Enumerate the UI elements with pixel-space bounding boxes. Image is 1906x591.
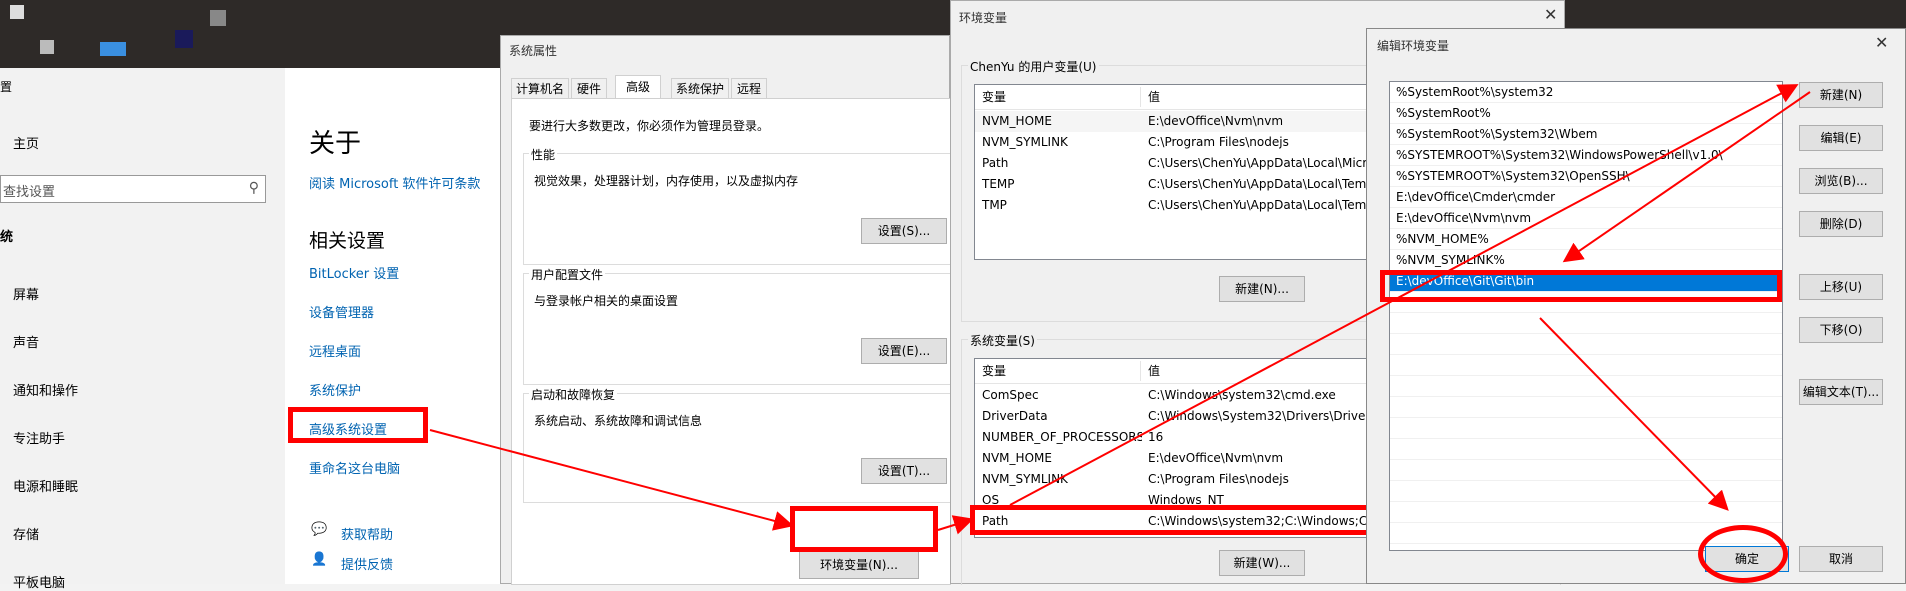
arrow-to-list (1562, 91, 1811, 263)
arrow-to-path-row (937, 515, 974, 535)
arrow-to-new-button (1009, 84, 1799, 506)
annotation-arrows (429, 84, 1811, 535)
arrow-to-ok-button (1539, 317, 1729, 511)
arrow-to-env-button (429, 429, 794, 531)
